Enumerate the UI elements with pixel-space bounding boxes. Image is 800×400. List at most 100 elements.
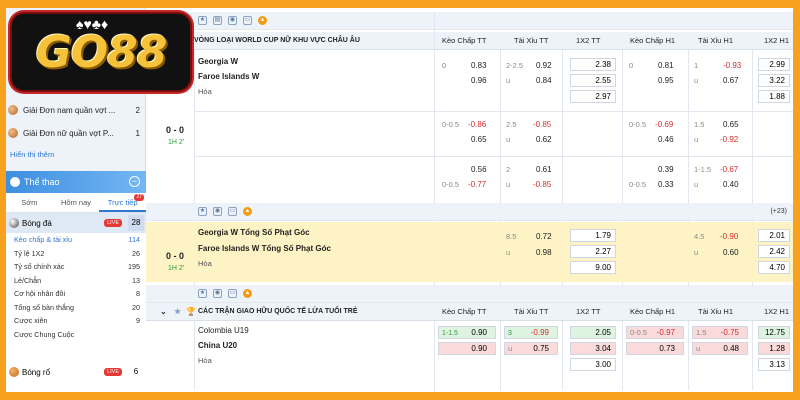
market-item[interactable]: Cược Chung Cuộc: [6, 328, 146, 342]
odds-cell[interactable]: 0.72: [536, 232, 552, 241]
ou-line: 1: [694, 61, 699, 70]
odds-handicap-away[interactable]: 0.90: [438, 342, 496, 355]
odds-1x2-home[interactable]: 1.79: [570, 229, 616, 242]
odds-1x2-away-h1[interactable]: 1.28: [758, 342, 790, 355]
tab-today[interactable]: Hôm nay: [53, 193, 100, 212]
odds-cell[interactable]: 0.65: [471, 135, 487, 144]
chevron-down-icon[interactable]: ⌄: [160, 307, 167, 316]
odds-handicap-home[interactable]: 1-1.5 0.90: [438, 326, 496, 339]
odds-cell[interactable]: -0.92: [720, 135, 738, 144]
odds-1x2-home[interactable]: 2.05: [570, 326, 616, 339]
eye-icon[interactable]: ◉: [213, 207, 222, 216]
market-item[interactable]: Tỷ lệ 1X2 26: [6, 247, 146, 261]
odds-1x2-draw[interactable]: 2.97: [570, 90, 616, 103]
odds-cell[interactable]: 0.61: [536, 165, 552, 174]
odds-cell[interactable]: -0.85: [533, 120, 551, 129]
odds-1x2-away-h1[interactable]: 2.42: [758, 245, 790, 258]
odds-cell[interactable]: 0.83: [471, 61, 487, 70]
market-item[interactable]: Cược xiên 9: [6, 314, 146, 328]
odds-over[interactable]: 3 -0.99: [504, 326, 558, 339]
go88-logo[interactable]: ♠♥♣♦ GO88: [10, 12, 192, 92]
odds-cell[interactable]: 0.39: [658, 165, 674, 174]
odds-over-h1[interactable]: 1.5 -0.75: [692, 326, 748, 339]
divider: [434, 12, 435, 392]
star-icon[interactable]: ★: [198, 207, 207, 216]
odds-cell[interactable]: 0.67: [723, 76, 739, 85]
sidebar-item-womens-tennis[interactable]: Giải Đơn nữ quần vợt P... 1: [8, 123, 144, 143]
odds-cell[interactable]: 0.56: [471, 165, 487, 174]
odds-cell[interactable]: 0.96: [471, 76, 487, 85]
logo-text: GO88: [35, 26, 168, 78]
tv-icon[interactable]: ▭: [243, 16, 252, 25]
fire-icon[interactable]: ▲: [243, 289, 252, 298]
market-item[interactable]: Tỷ số chính xác 195: [6, 260, 146, 274]
see-more-link[interactable]: Hiển thị thêm: [10, 150, 54, 159]
odds-cell[interactable]: 0.40: [723, 180, 739, 189]
market-item[interactable]: Lẻ/Chẵn 13: [6, 274, 146, 288]
odds-1x2-draw[interactable]: 9.00: [570, 261, 616, 274]
odds-cell[interactable]: -0.90: [720, 232, 738, 241]
odds-1x2-away[interactable]: 2.27: [570, 245, 616, 258]
market-item[interactable]: Cơ hội nhân đôi 8: [6, 287, 146, 301]
tv-icon[interactable]: ▭: [228, 207, 237, 216]
star-icon[interactable]: ★: [174, 307, 181, 316]
eye-icon[interactable]: ◉: [213, 289, 222, 298]
eye-icon[interactable]: ◉: [228, 16, 237, 25]
odds-cell[interactable]: 0.98: [536, 248, 552, 257]
star-icon[interactable]: ★: [198, 16, 207, 25]
fire-icon[interactable]: ▲: [258, 16, 267, 25]
odds-handicap-home-h1[interactable]: 0-0.5 -0.97: [626, 326, 684, 339]
odds-1x2-draw-h1[interactable]: 3.13: [758, 358, 790, 371]
odds-cell[interactable]: 0.92: [536, 61, 552, 70]
odds-cell[interactable]: 0.33: [658, 180, 674, 189]
odds-cell[interactable]: 0.60: [723, 248, 739, 257]
star-icon[interactable]: ★: [198, 289, 207, 298]
odds-under-h1[interactable]: u 0.48: [692, 342, 748, 355]
sport-football[interactable]: Bóng đá LIVE 28: [6, 213, 146, 233]
odds-cell[interactable]: 0.62: [536, 135, 552, 144]
ou-line: 2.5: [506, 120, 517, 129]
collapse-icon[interactable]: −: [129, 176, 140, 187]
odds-cell[interactable]: 0.81: [658, 61, 674, 70]
odds-cell[interactable]: 0.46: [658, 135, 674, 144]
sidebar-item-mens-tennis[interactable]: Giải Đơn nam quần vợt ... 2: [8, 100, 144, 120]
sport-basketball[interactable]: Bóng rổ LIVE 6: [6, 362, 146, 382]
odds-cell[interactable]: 0.84: [536, 76, 552, 85]
market-item[interactable]: Kèo chấp & tài xỉu 114: [6, 233, 146, 247]
tab-early[interactable]: Sớm: [6, 193, 53, 212]
odds-1x2-home-h1[interactable]: 12.75: [758, 326, 790, 339]
odds-value: 0.90: [471, 328, 487, 337]
market-item[interactable]: Tổng số bàn thắng 20: [6, 301, 146, 315]
odds-handicap-away-h1[interactable]: 0.73: [626, 342, 684, 355]
odds-1x2-away-h1[interactable]: 3.22: [758, 74, 790, 87]
league-header[interactable]: VÒNG LOẠI WORLD CUP NỮ KHU VỰC CHÂU ÂU K…: [146, 32, 793, 50]
odds-1x2-home[interactable]: 2.38: [570, 58, 616, 71]
odds-cell[interactable]: -0.93: [723, 61, 741, 70]
ou-line: 1.5: [694, 120, 705, 129]
odds-1x2-draw-h1[interactable]: 4.70: [758, 261, 790, 274]
odds-cell[interactable]: 0.95: [658, 76, 674, 85]
odds-1x2-draw-h1[interactable]: 1.88: [758, 90, 790, 103]
odds-under[interactable]: u 0.75: [504, 342, 558, 355]
more-markets-link[interactable]: (+23): [770, 208, 787, 215]
market-count: 13: [132, 275, 140, 285]
odds-cell[interactable]: -0.77: [468, 180, 486, 189]
odds-1x2-draw[interactable]: 3.00: [570, 358, 616, 371]
league-header[interactable]: ⌄ ★ 🏆 CÁC TRẬN GIAO HỮU QUỐC TẾ LỨA TUỔI…: [146, 303, 793, 321]
odds-cell[interactable]: -0.67: [720, 165, 738, 174]
odds-1x2-home-h1[interactable]: 2.01: [758, 229, 790, 242]
tv-icon[interactable]: ▭: [228, 289, 237, 298]
market-label: Lẻ/Chẵn: [14, 275, 42, 285]
odds-cell[interactable]: -0.69: [655, 120, 673, 129]
odds-cell[interactable]: 0.65: [723, 120, 739, 129]
odds-1x2-home-h1[interactable]: 2.99: [758, 58, 790, 71]
odds-cell[interactable]: -0.85: [533, 180, 551, 189]
odds-1x2-away[interactable]: 3.04: [570, 342, 616, 355]
fire-icon[interactable]: ▲: [243, 207, 252, 216]
odds-cell[interactable]: -0.86: [468, 120, 486, 129]
col-header-1x2-h1: 1X2 H1: [764, 307, 790, 316]
sports-header[interactable]: Thể thao −: [6, 171, 146, 193]
stats-icon[interactable]: ▤: [213, 16, 222, 25]
tab-live[interactable]: Trực tiếp 27: [99, 193, 147, 212]
odds-1x2-away[interactable]: 2.55: [570, 74, 616, 87]
